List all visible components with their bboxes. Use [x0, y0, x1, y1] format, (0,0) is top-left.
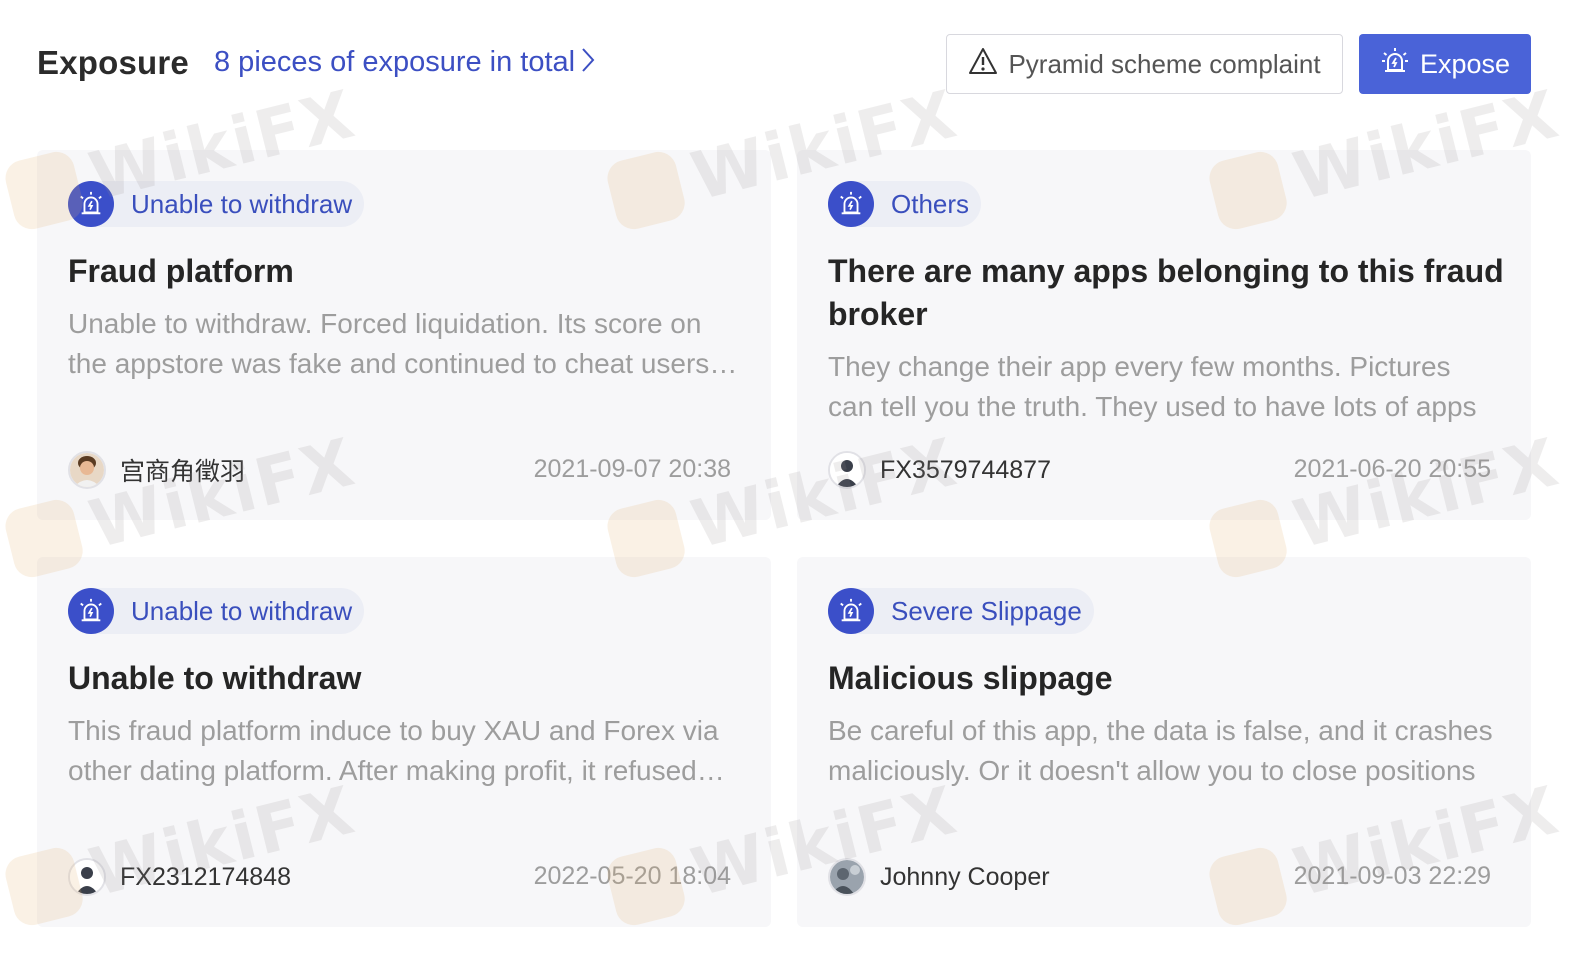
author-name: 宫商角徵羽 — [120, 458, 246, 486]
author: Johnny Cooper — [828, 858, 1050, 896]
pyramid-complaint-label: Pyramid scheme complaint — [1008, 48, 1321, 79]
category-tag-label: Others — [891, 188, 970, 219]
warning-icon — [968, 47, 998, 82]
avatar — [828, 451, 866, 489]
pyramid-complaint-button[interactable]: Pyramid scheme complaint — [946, 34, 1343, 94]
card-description: They change their app every few months. … — [828, 351, 1477, 422]
post-date: 2022-05-20 18:04 — [533, 862, 731, 890]
author: FX2312174848 — [68, 858, 291, 896]
expose-label: Expose — [1419, 48, 1511, 79]
card-description: This fraud platform induce to buy XAU an… — [68, 715, 719, 786]
exposure-card[interactable]: Severe Slippage Malicious slippage Be ca… — [797, 557, 1531, 927]
exposure-card[interactable]: Unable to withdraw Unable to withdraw Th… — [37, 557, 771, 927]
section-title: Exposure — [37, 44, 189, 81]
avatar — [68, 451, 106, 489]
exposure-card[interactable]: Unable to withdraw Fraud platform Unable… — [37, 150, 771, 520]
author-name: FX3579744877 — [880, 455, 1051, 484]
author: 宫商角徵羽 — [68, 451, 245, 489]
chevron-right-icon — [581, 47, 595, 81]
alarm-icon — [68, 181, 114, 227]
post-date: 2021-09-03 22:29 — [1293, 862, 1491, 890]
category-tag-label: Severe Slippage — [891, 595, 1082, 626]
category-tag: Severe Slippage — [828, 588, 1094, 634]
post-date: 2021-06-20 20:55 — [1293, 455, 1491, 483]
category-tag: Unable to withdraw — [68, 588, 365, 634]
author-name: FX2312174848 — [120, 862, 291, 891]
author-name: Johnny Cooper — [880, 862, 1050, 891]
alarm-icon — [828, 588, 874, 634]
avatar — [828, 858, 866, 896]
author: FX3579744877 — [828, 451, 1051, 489]
category-tag: Others — [828, 181, 982, 227]
alarm-icon — [68, 588, 114, 634]
category-tag-label: Unable to withdraw — [131, 595, 353, 626]
total-exposure-label: 8 pieces of exposure in total — [214, 46, 576, 78]
card-description: Be careful of this app, the data is fals… — [828, 715, 1493, 786]
total-exposure-link[interactable]: 8 pieces of exposure in total — [214, 46, 595, 81]
expose-button[interactable]: Expose — [1359, 34, 1531, 94]
card-title: Fraud platform — [68, 253, 294, 289]
category-tag: Unable to withdraw — [68, 181, 365, 227]
alarm-icon — [828, 181, 874, 227]
post-date: 2021-09-07 20:38 — [533, 455, 731, 483]
card-title: Unable to withdraw — [68, 660, 362, 696]
exposure-header: Exposure 8 pieces of exposure in total P… — [37, 34, 1531, 94]
avatar — [68, 858, 106, 896]
card-title: Malicious slippage — [828, 660, 1113, 696]
category-tag-label: Unable to withdraw — [131, 188, 353, 219]
exposure-card[interactable]: Others There are many apps belonging to … — [797, 150, 1531, 520]
alarm-icon — [1380, 46, 1410, 83]
card-title: There are many apps belonging to this fr… — [828, 253, 1504, 332]
card-description: Unable to withdraw. Forced liquidation. … — [68, 308, 710, 379]
